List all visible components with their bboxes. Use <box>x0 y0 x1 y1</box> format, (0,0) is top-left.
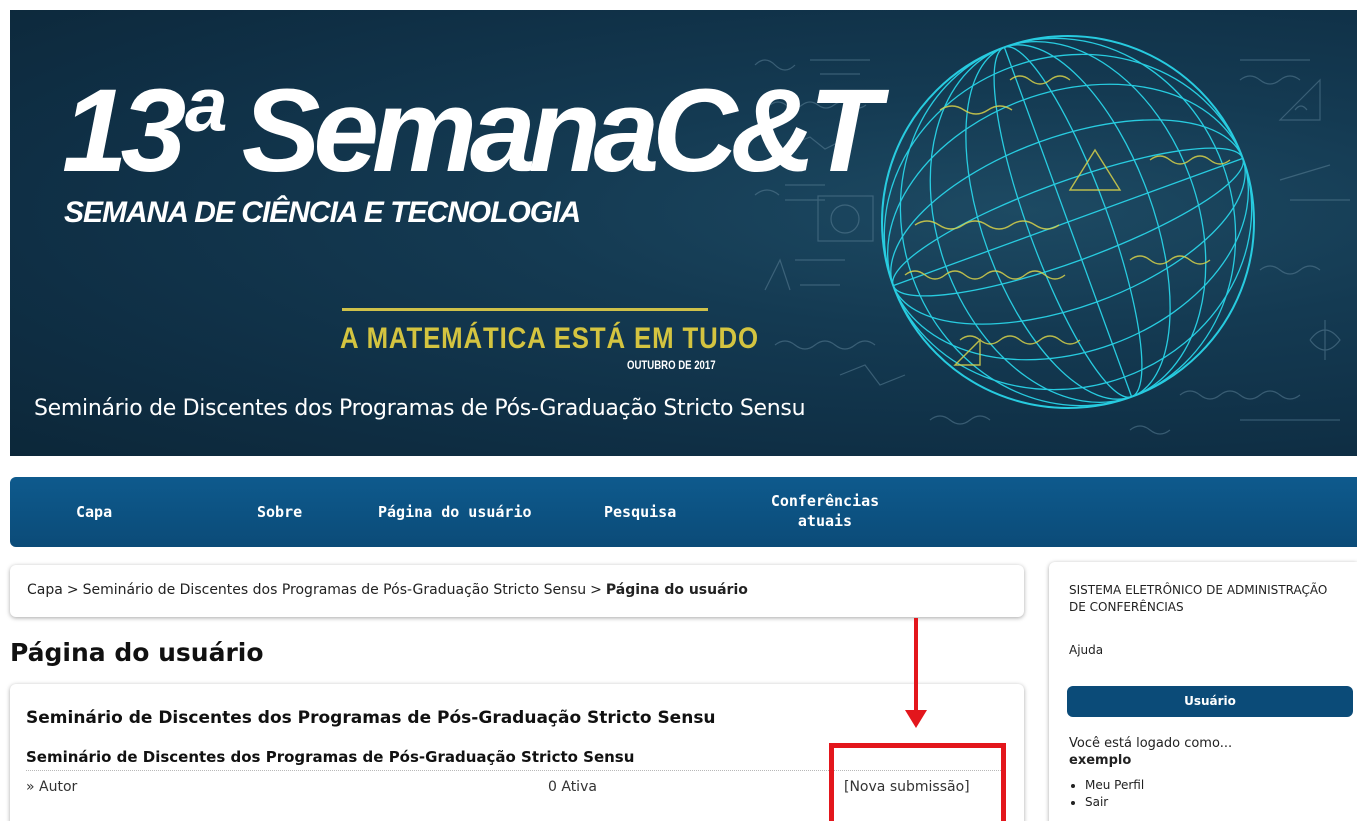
nav-item-search[interactable]: Pesquisa <box>604 502 676 522</box>
breadcrumb: Capa > Seminário de Discentes dos Programa… <box>10 565 1024 617</box>
author-role-link[interactable]: » Autor <box>26 779 77 795</box>
event-logo-title: 13ª SemanaC&T <box>62 65 881 197</box>
nav-item-current-conferences[interactable]: Conferências atuais <box>765 491 885 531</box>
nav-item-home[interactable]: Capa <box>76 502 112 522</box>
annotation-arrow-shaft <box>914 618 918 714</box>
main-navigation: Capa Sobre Página do usuário Pesquisa Co… <box>10 477 1357 547</box>
user-block-header: Usuário <box>1067 686 1353 717</box>
help-link[interactable]: Ajuda <box>1069 643 1103 657</box>
breadcrumb-home-link[interactable]: Capa <box>27 582 63 598</box>
my-profile-link[interactable]: Meu Perfil <box>1085 777 1144 794</box>
breadcrumb-current-link[interactable]: Página do usuário <box>606 582 748 598</box>
tagline-divider <box>342 308 708 311</box>
breadcrumb-conference-link[interactable]: Seminário de Discentes dos Programas de … <box>83 582 587 598</box>
system-title: SISTEMA ELETRÔNICO DE ADMINISTRAÇÃO DE C… <box>1069 583 1328 614</box>
breadcrumb-separator: > <box>590 582 602 598</box>
annotation-highlight-box <box>829 743 1006 821</box>
nav-item-about[interactable]: Sobre <box>257 502 302 522</box>
globe-graphic <box>881 35 1255 409</box>
logged-in-label: Você está logado como... <box>1069 736 1233 751</box>
page-title: Página do usuário <box>10 638 264 667</box>
conference-title: Seminário de Discentes dos Programas de … <box>34 396 806 421</box>
breadcrumb-separator: > <box>66 582 79 598</box>
scheduled-conference-link[interactable]: Seminário de Discentes dos Programas de … <box>26 748 634 766</box>
annotation-arrow-head <box>905 710 927 728</box>
username: exemplo <box>1069 753 1132 768</box>
header-banner: 13ª SemanaC&T SEMANA DE CIÊNCIA E TECNOL… <box>10 10 1357 456</box>
event-logo-subtitle: SEMANA DE CIÊNCIA E TECNOLOGIA <box>64 196 581 229</box>
logout-link[interactable]: Sair <box>1085 794 1144 811</box>
active-submissions-count[interactable]: 0 Ativa <box>548 779 597 795</box>
event-date: OUTUBRO DE 2017 <box>627 358 716 372</box>
nav-item-user-home[interactable]: Página do usuário <box>378 502 532 522</box>
user-links-list: Meu Perfil Sair <box>1085 777 1144 811</box>
event-tagline: A MATEMÁTICA ESTÁ EM TUDO <box>340 322 759 355</box>
right-sidebar: SISTEMA ELETRÔNICO DE ADMINISTRAÇÃO DE C… <box>1049 562 1357 821</box>
conference-heading: Seminário de Discentes dos Programas de … <box>26 708 716 728</box>
